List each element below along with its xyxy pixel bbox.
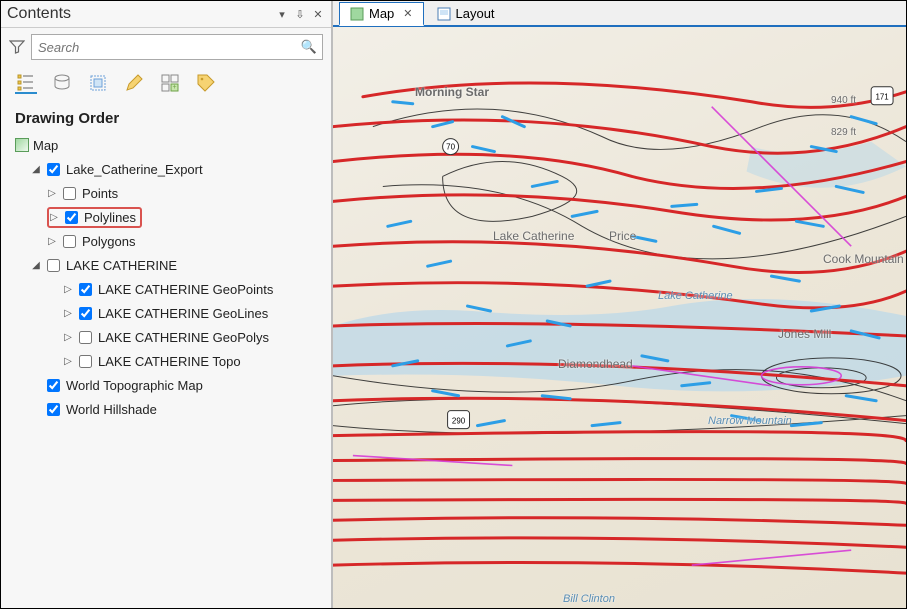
map-label: Price (609, 229, 636, 243)
svg-text:171: 171 (875, 93, 889, 102)
tree-layer-points[interactable]: ▷ Points (11, 181, 321, 205)
tree-layer-geolines[interactable]: ▷ LAKE CATHERINE GeoLines (11, 301, 321, 325)
layer-checkbox[interactable] (47, 163, 60, 176)
tree-label: LAKE CATHERINE GeoPoints (98, 282, 273, 297)
tree-layer-world-topo[interactable]: ▷ World Topographic Map (11, 373, 321, 397)
tab-layout[interactable]: Layout (426, 2, 506, 24)
tree-label: LAKE CATHERINE Topo (98, 354, 241, 369)
expand-icon[interactable]: ▷ (47, 236, 57, 247)
map-label: Jones Mill (778, 327, 831, 341)
layer-checkbox[interactable] (65, 211, 78, 224)
map-water-label: Lake Catherine (658, 290, 733, 302)
panel-title-bar: Contents ▾ ⇩ ✕ (1, 1, 331, 28)
tab-label: Map (369, 6, 394, 21)
tree-layer-polylines[interactable]: ▷ Polylines (11, 205, 321, 229)
tree-label: World Topographic Map (66, 378, 203, 393)
list-by-selection-button[interactable] (87, 72, 109, 94)
view-tabs: Map ✕ Layout (333, 1, 906, 27)
map-icon (350, 7, 364, 21)
tree-label: LAKE CATHERINE GeoLines (98, 306, 268, 321)
layer-tree: Map ◢ Lake_Catherine_Export ▷ Points ▷ P… (1, 133, 331, 608)
tree-label: Points (82, 186, 118, 201)
tree-layer-topo[interactable]: ▷ LAKE CATHERINE Topo (11, 349, 321, 373)
svg-text:+: + (172, 84, 176, 91)
tree-label: LAKE CATHERINE (66, 258, 177, 273)
expand-icon[interactable]: ▷ (63, 308, 73, 319)
expand-icon[interactable]: ▷ (63, 332, 73, 343)
expand-icon[interactable]: ▷ (47, 188, 57, 199)
layer-checkbox[interactable] (63, 235, 76, 248)
layer-checkbox[interactable] (63, 187, 76, 200)
collapse-icon[interactable]: ◢ (31, 260, 41, 271)
layer-checkbox[interactable] (79, 355, 92, 368)
tree-layer-polygons[interactable]: ▷ Polygons (11, 229, 321, 253)
search-input-wrap: 🔍 (31, 34, 323, 60)
map-elevation-label: 829 ft (831, 127, 856, 138)
tree-layer-geopolys[interactable]: ▷ LAKE CATHERINE GeoPolys (11, 325, 321, 349)
tab-map[interactable]: Map ✕ (339, 2, 424, 26)
map-label: Lake Catherine (493, 229, 574, 243)
section-header: Drawing Order (1, 106, 331, 133)
map-area: Map ✕ Layout (333, 1, 906, 608)
tree-label: Polylines (84, 210, 136, 225)
tree-label: LAKE CATHERINE GeoPolys (98, 330, 269, 345)
expand-icon[interactable]: ▷ (63, 284, 73, 295)
contents-toolbar: + (1, 66, 331, 106)
map-icon (15, 138, 29, 152)
tree-label: Map (33, 138, 58, 153)
list-by-editing-button[interactable] (123, 72, 145, 94)
tree-label: World Hillshade (66, 402, 157, 417)
map-canvas[interactable]: 70 171 290 Morning Star Lake Catherine P… (333, 27, 906, 608)
dropdown-icon[interactable]: ▾ (275, 7, 289, 21)
tree-label: Lake_Catherine_Export (66, 162, 203, 177)
map-label: Cook Mountain (823, 252, 904, 266)
search-input[interactable] (31, 34, 323, 60)
svg-text:290: 290 (452, 417, 466, 426)
layer-checkbox[interactable] (47, 379, 60, 392)
map-label: Diamondhead (558, 357, 633, 371)
close-icon[interactable]: ✕ (403, 7, 412, 20)
tree-group-lake-catherine[interactable]: ◢ LAKE CATHERINE (11, 253, 321, 277)
panel-title: Contents (7, 5, 71, 23)
expand-icon[interactable]: ▷ (49, 212, 59, 223)
list-by-drawing-order-button[interactable] (15, 72, 37, 94)
list-by-labeling-button[interactable] (195, 72, 217, 94)
svg-text:70: 70 (446, 143, 455, 152)
filter-icon[interactable] (9, 39, 25, 55)
layer-checkbox[interactable] (79, 307, 92, 320)
tree-label: Polygons (82, 234, 135, 249)
layer-checkbox[interactable] (79, 331, 92, 344)
tab-label: Layout (456, 6, 495, 21)
map-label: Narrow Mountain (708, 415, 792, 427)
expand-icon[interactable]: ▷ (63, 356, 73, 367)
list-by-snapping-button[interactable]: + (159, 72, 181, 94)
close-icon[interactable]: ✕ (311, 7, 325, 21)
map-label: Morning Star (415, 85, 489, 99)
map-label: Bill Clinton (563, 593, 615, 605)
list-by-source-button[interactable] (51, 72, 73, 94)
tree-group-lake-catherine-export[interactable]: ◢ Lake_Catherine_Export (11, 157, 321, 181)
search-icon[interactable]: 🔍 (301, 39, 317, 55)
layout-icon (437, 7, 451, 21)
layer-checkbox[interactable] (79, 283, 92, 296)
layer-checkbox[interactable] (47, 403, 60, 416)
map-geometry: 70 171 290 (333, 27, 906, 608)
collapse-icon[interactable]: ◢ (31, 164, 41, 175)
map-elevation-label: 940 ft (831, 95, 856, 106)
tree-layer-world-hillshade[interactable]: ▷ World Hillshade (11, 397, 321, 421)
tree-root-map[interactable]: Map (11, 133, 321, 157)
tree-layer-geopoints[interactable]: ▷ LAKE CATHERINE GeoPoints (11, 277, 321, 301)
contents-panel: Contents ▾ ⇩ ✕ 🔍 + Drawing Order (1, 1, 333, 608)
layer-checkbox[interactable] (47, 259, 60, 272)
highlighted-layer: ▷ Polylines (47, 207, 142, 228)
pin-icon[interactable]: ⇩ (293, 7, 307, 21)
